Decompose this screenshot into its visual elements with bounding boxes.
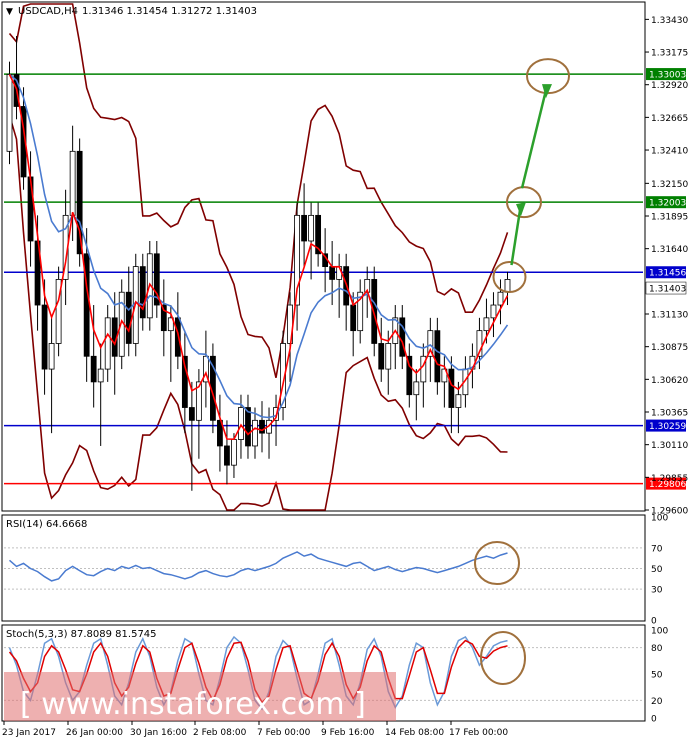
candle-body <box>497 291 504 306</box>
price-tick-label: 1.33175 <box>651 49 688 59</box>
candle-body <box>27 176 34 242</box>
price-tick-label: 1.32665 <box>651 114 688 124</box>
candle-body <box>455 394 462 408</box>
candle-body <box>76 150 83 255</box>
candle-body <box>125 291 132 344</box>
level-label-1: 1.32003 <box>649 199 686 209</box>
candle-body <box>483 317 490 332</box>
price-tick-label: 1.30110 <box>651 441 688 451</box>
price-tick-label: 1.32150 <box>651 180 688 190</box>
date-label: 14 Feb 08:00 <box>385 728 444 738</box>
chart-menu-triangle-icon[interactable]: ▼ <box>6 7 13 17</box>
candle-body <box>490 304 497 319</box>
candle-body <box>301 214 307 242</box>
candle-body <box>224 445 230 466</box>
candle-body <box>188 407 195 421</box>
symbol-label: USDCAD,H4 <box>18 6 78 17</box>
candle-body <box>385 343 392 370</box>
stoch-tick-label: 100 <box>651 627 668 637</box>
chart-root: 1.33003 1.32003 1.31456 1.30259 1.29806 1.33… <box>0 0 688 743</box>
price-tick-label: 1.29855 <box>651 474 688 484</box>
current-price-label: 1.31403 <box>649 285 686 295</box>
watermark-text: [ www.instaforex.com ] <box>20 687 366 722</box>
rsi-tick-label: 0 <box>651 617 657 627</box>
stoch-tick-label: 50 <box>651 671 663 681</box>
price-tick-label: 1.30620 <box>651 376 688 386</box>
candle-body <box>329 266 336 280</box>
candle-body <box>104 317 111 370</box>
stoch-label: Stoch(5,3,3) 87.8089 81.5745 <box>6 629 157 640</box>
date-label: 26 Jan 00:00 <box>66 728 123 738</box>
ohlc-label: 1.31346 1.31454 1.31272 1.31403 <box>82 6 257 17</box>
date-label: 23 Jan 2017 <box>2 728 56 738</box>
candle-body <box>378 343 385 370</box>
candle-body <box>252 419 258 447</box>
candle-body <box>97 368 104 383</box>
price-tick-label: 1.31130 <box>651 311 688 321</box>
price-tick-label: 1.30875 <box>651 343 688 353</box>
candle-body <box>41 304 48 370</box>
price-tick-label: 1.32920 <box>651 81 688 91</box>
candle-body <box>174 317 181 357</box>
price-axis: 1.33430 1.33175 1.32920 1.32665 1.32410 1.321… <box>645 16 688 517</box>
date-label: 9 Feb 16:00 <box>321 728 375 738</box>
price-tick-label: 1.32410 <box>651 147 688 157</box>
level-label-0: 1.33003 <box>649 71 686 81</box>
candle-body <box>90 355 97 383</box>
chart-svg: 1.330031.320031.314561.302591.29806 1.33… <box>1 1 688 738</box>
date-label: 7 Feb 00:00 <box>257 728 311 738</box>
date-label: 30 Jan 16:00 <box>130 728 187 738</box>
candle-body <box>371 279 378 344</box>
candle-body <box>308 214 315 242</box>
candle-body <box>231 439 237 466</box>
candle-body <box>350 304 357 332</box>
rsi-label: RSI(14) 64.6668 <box>6 519 87 530</box>
stoch-tick-label: 20 <box>651 697 663 707</box>
candle-body <box>238 407 244 440</box>
rsi-tick-label: 70 <box>651 544 663 554</box>
price-tick-label: 1.31640 <box>651 245 688 255</box>
candle-body <box>6 74 13 152</box>
watermark: [ www.instaforex.com ] <box>4 672 396 722</box>
price-tick-label: 1.31895 <box>651 213 688 223</box>
candle-body <box>448 368 455 408</box>
rsi-tick-label: 50 <box>651 565 663 575</box>
candle-body <box>69 150 76 216</box>
date-label: 17 Feb 00:00 <box>449 728 508 738</box>
stoch-tick-label: 80 <box>651 644 663 654</box>
stoch-tick-label: 0 <box>651 715 657 725</box>
date-axis: 23 Jan 2017 26 Jan 00:00 30 Jan 16:00 2 Feb… <box>2 721 508 738</box>
candle-body <box>434 330 441 383</box>
price-tick-label: 1.30365 <box>651 409 688 419</box>
level-label-2: 1.31456 <box>649 269 686 279</box>
candle-body <box>245 407 251 447</box>
rsi-tick-label: 100 <box>651 514 668 524</box>
rsi-tick-label: 30 <box>651 586 663 596</box>
level-label-3: 1.30259 <box>649 422 686 432</box>
candle-body <box>48 343 55 370</box>
date-label: 2 Feb 08:00 <box>193 728 247 738</box>
price-tick-label: 1.33430 <box>651 16 688 26</box>
candle-body <box>413 381 420 396</box>
candle-body <box>504 279 511 293</box>
